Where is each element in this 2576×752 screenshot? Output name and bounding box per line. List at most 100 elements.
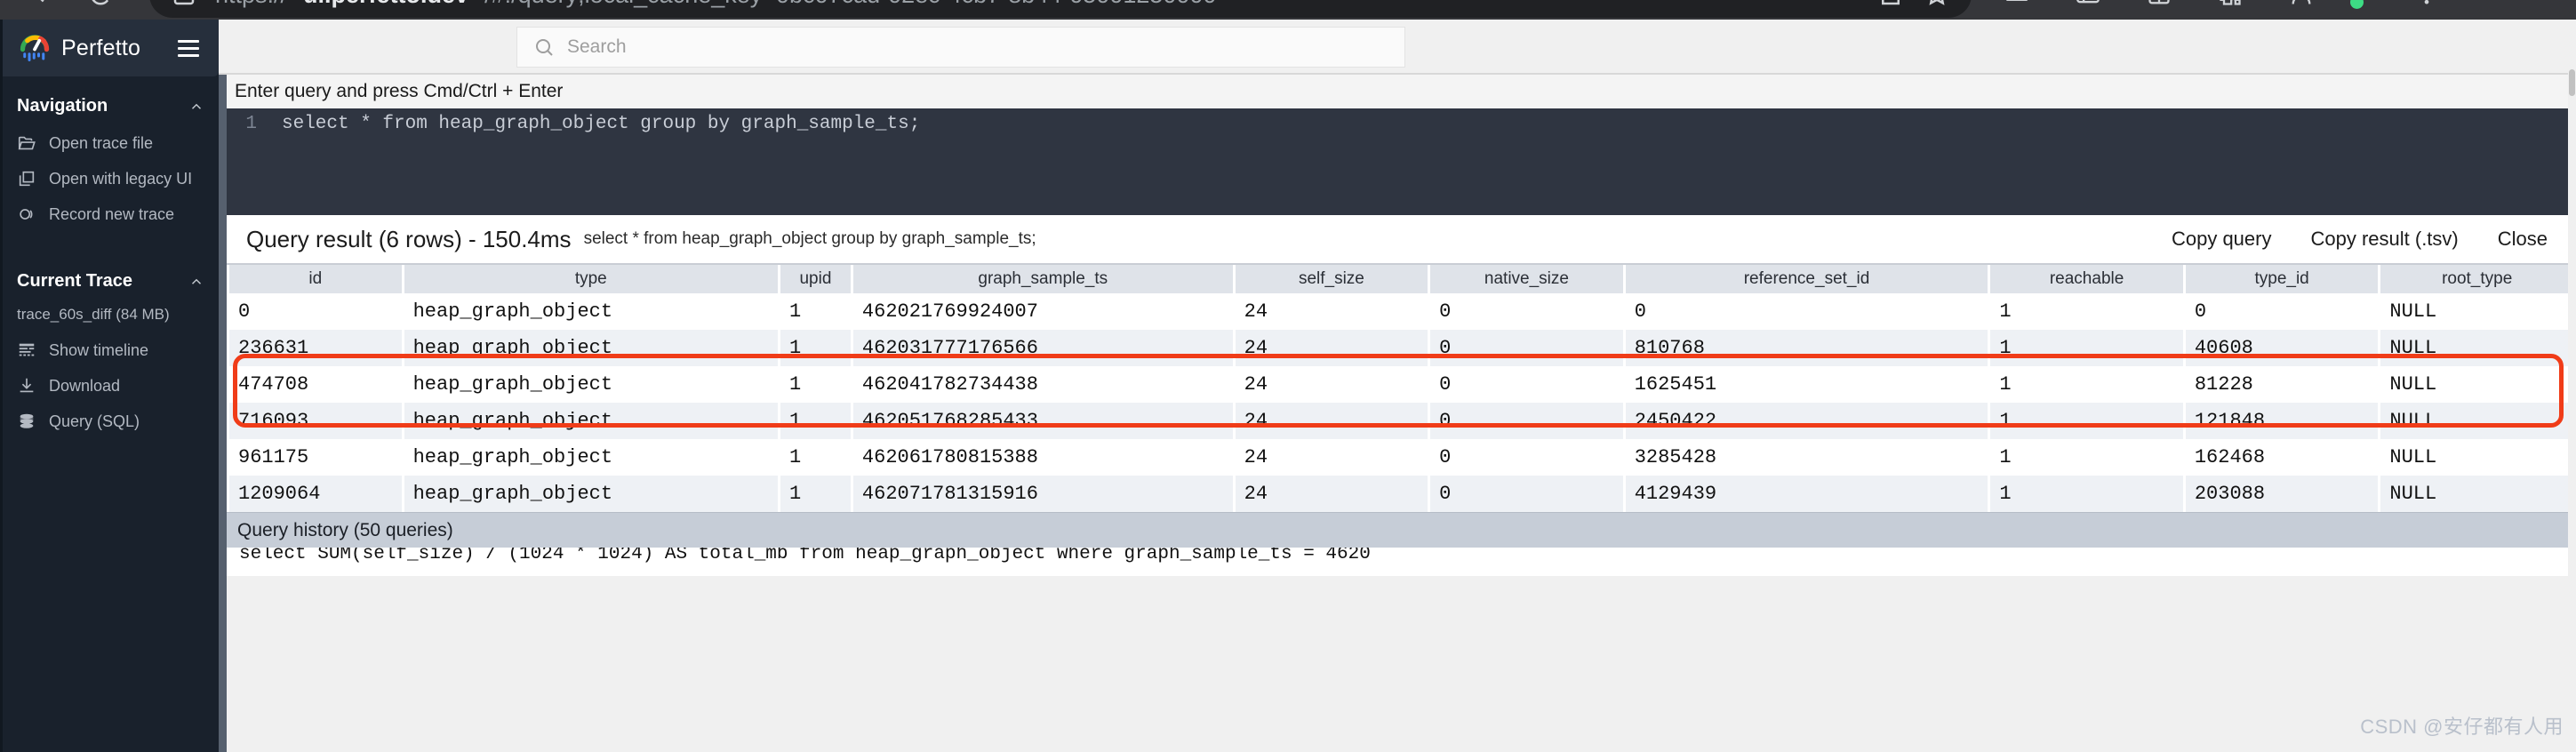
cell-root_type: NULL: [2380, 403, 2573, 439]
sidebar-item-label: Record new trace: [49, 204, 175, 223]
reload-icon[interactable]: [85, 0, 116, 10]
cell-graph_sample_ts: 462071781315916: [852, 476, 1233, 512]
cell-reference_set_id: 810768: [1625, 330, 1988, 366]
sidebar-item-label: Open trace file: [49, 133, 154, 152]
chevron-up-icon[interactable]: [188, 99, 204, 115]
sidebar-item-open-with-legacy-ui[interactable]: Open with legacy UI: [3, 161, 219, 196]
query-history-header[interactable]: Query history (50 queries): [227, 512, 2576, 548]
cell-upid: 1: [780, 366, 851, 403]
hamburger-menu-icon[interactable]: [174, 36, 203, 60]
cell-reference_set_id: 3285428: [1625, 439, 1988, 476]
copy-result-tsv-button[interactable]: Copy result (.tsv): [2310, 228, 2458, 251]
query-hint: Enter query and press Cmd/Ctrl + Enter: [227, 75, 2576, 108]
cell-type: heap_graph_object: [404, 476, 778, 512]
column-header-upid[interactable]: upid: [780, 265, 851, 293]
cell-id: 961175: [229, 439, 402, 476]
page-scrollbar[interactable]: [219, 75, 227, 752]
cell-reference_set_id: 2450422: [1625, 403, 1988, 439]
bell-icon[interactable]: [2002, 0, 2032, 10]
table-row[interactable]: 1209064 heap_graph_object 1 462071781315…: [229, 476, 2573, 512]
sidebar-section-header-navigation[interactable]: Navigation: [3, 76, 219, 125]
cell-type_id: 40608: [2185, 330, 2379, 366]
perfetto-logo-icon: [20, 35, 50, 61]
cell-type_id: 0: [2185, 293, 2379, 330]
current-trace-filename: trace_60s_diff (84 MB): [17, 306, 170, 323]
query-text[interactable]: select * from heap_graph_object group by…: [257, 114, 920, 134]
search-icon: [533, 36, 555, 58]
column-header-reference_set_id[interactable]: reference_set_id: [1625, 265, 1988, 293]
column-header-reachable[interactable]: reachable: [1990, 265, 2183, 293]
column-header-root_type[interactable]: root_type: [2380, 265, 2573, 293]
omnibox-search[interactable]: Search: [516, 27, 1405, 68]
sidebar-item-download[interactable]: Download: [3, 368, 219, 404]
column-header-type_id[interactable]: type_id: [2185, 265, 2379, 293]
cell-self_size: 24: [1235, 330, 1428, 366]
table-header-row: id type upid graph_sample_ts self_size n…: [229, 265, 2573, 293]
chevron-up-icon[interactable]: [188, 274, 204, 290]
cell-root_type: NULL: [2380, 476, 2573, 512]
cell-type_id: 203088: [2185, 476, 2379, 512]
column-header-id[interactable]: id: [229, 265, 402, 293]
column-header-graph_sample_ts[interactable]: graph_sample_ts: [852, 265, 1233, 293]
query-result-table-wrap: id type upid graph_sample_ts self_size n…: [227, 265, 2576, 512]
cell-self_size: 24: [1235, 293, 1428, 330]
sidebar-item-record-new-trace[interactable]: Record new trace: [3, 196, 219, 232]
cell-upid: 1: [780, 293, 851, 330]
cell-upid: 1: [780, 439, 851, 476]
column-header-native_size[interactable]: native_size: [1430, 265, 1623, 293]
cell-native_size: 0: [1430, 366, 1623, 403]
split-screen-icon[interactable]: [2144, 0, 2174, 10]
cell-type: heap_graph_object: [404, 403, 778, 439]
cell-reachable: 1: [1990, 366, 2183, 403]
profile-avatar-icon[interactable]: [2286, 0, 2316, 10]
sidebar-section-label: Navigation: [17, 96, 108, 116]
table-row[interactable]: 474708 heap_graph_object 1 4620417827344…: [229, 366, 2573, 403]
query-result-sql: select * from heap_graph_object group by…: [583, 229, 1036, 248]
sidebar-section-navigation: Navigation Open trace file Open with leg…: [3, 76, 219, 232]
vertical-scrollbar[interactable]: [2568, 20, 2576, 752]
close-button[interactable]: Close: [2498, 228, 2548, 251]
table-row[interactable]: 0 heap_graph_object 1 462021769924007 24…: [229, 293, 2573, 330]
query-history-first-row[interactable]: select SUM(self_size) / (1024 * 1024) AS…: [227, 548, 2576, 576]
share-icon[interactable]: [1876, 0, 1906, 10]
puzzle-icon[interactable]: [2215, 0, 2245, 10]
table-row[interactable]: 716093 heap_graph_object 1 4620517682854…: [229, 403, 2573, 439]
line-number: 1: [245, 114, 257, 134]
folder-open-icon: [17, 133, 36, 153]
back-arrow-icon[interactable]: [25, 0, 55, 10]
cell-native_size: 0: [1430, 439, 1623, 476]
sidebar-item-open-trace-file[interactable]: Open trace file: [3, 125, 219, 161]
cell-reachable: 1: [1990, 403, 2183, 439]
sidebar-header: Perfetto: [3, 20, 219, 76]
query-editor[interactable]: 1 select * from heap_graph_object group …: [227, 108, 2576, 215]
address-bar[interactable]: https:// ui.perfetto.dev /#!/query;local_c…: [149, 0, 1972, 18]
cell-graph_sample_ts: 462041782734438: [852, 366, 1233, 403]
sidebar-item-query-sql[interactable]: Query (SQL): [3, 404, 219, 439]
profile-status-dot: [2350, 0, 2364, 9]
table-row[interactable]: 961175 heap_graph_object 1 4620617808153…: [229, 439, 2573, 476]
url-path: /#!/query;local_cache_key=0bc07cad-02ec-…: [484, 0, 1216, 9]
kebab-menu-icon[interactable]: [2412, 0, 2442, 10]
query-result-header: Query result (6 rows) - 150.4ms select *…: [227, 215, 2576, 265]
cast-icon[interactable]: [2073, 0, 2103, 10]
cell-id: 236631: [229, 330, 402, 366]
scrollbar-thumb[interactable]: [2569, 69, 2575, 96]
cell-native_size: 0: [1430, 476, 1623, 512]
table-row[interactable]: 236631 heap_graph_object 1 4620317771765…: [229, 330, 2573, 366]
bookmark-star-icon[interactable]: [1922, 0, 1952, 10]
copy-query-button[interactable]: Copy query: [2172, 228, 2272, 251]
sidebar-section-header-current-trace[interactable]: Current Trace: [3, 252, 219, 300]
cell-native_size: 0: [1430, 403, 1623, 439]
sidebar-item-show-timeline[interactable]: Show timeline: [3, 332, 219, 368]
sidebar-section-label: Current Trace: [17, 271, 133, 291]
column-header-self_size[interactable]: self_size: [1235, 265, 1428, 293]
brand[interactable]: Perfetto: [19, 32, 140, 64]
cell-reachable: 1: [1990, 330, 2183, 366]
cell-type: heap_graph_object: [404, 439, 778, 476]
watermark: CSDN @安仔都有人用: [2360, 716, 2564, 738]
browser-chrome: https:// ui.perfetto.dev /#!/query;local_c…: [0, 0, 2576, 20]
cell-graph_sample_ts: 462061780815388: [852, 439, 1233, 476]
sidebar-item-label: Open with legacy UI: [49, 169, 193, 188]
sidebar-item-label: Query (SQL): [49, 412, 140, 430]
column-header-type[interactable]: type: [404, 265, 778, 293]
